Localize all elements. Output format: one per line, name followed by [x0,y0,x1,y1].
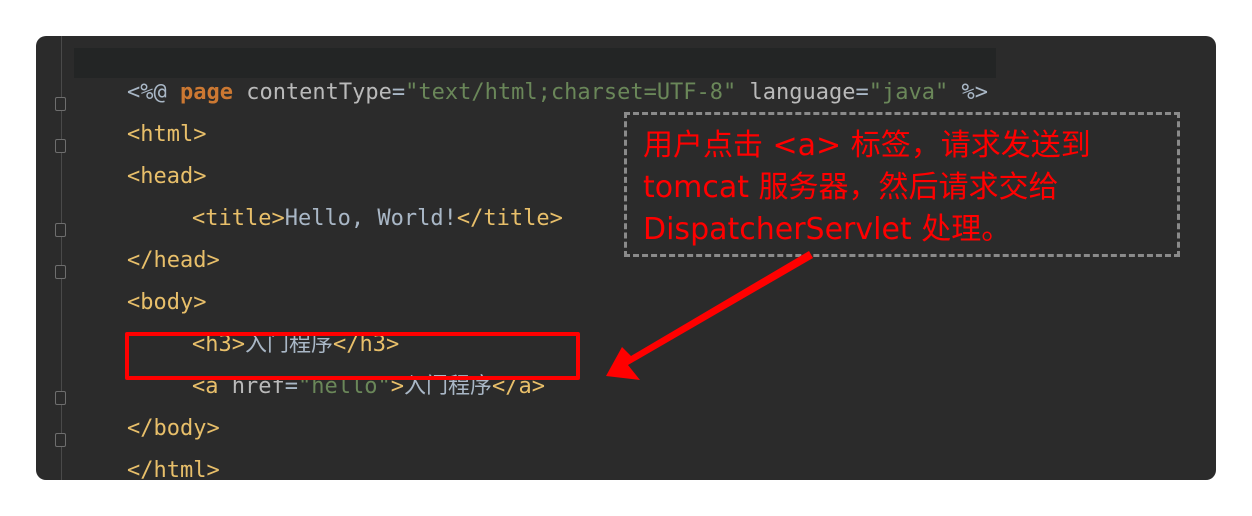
arrow-shape [606,251,813,380]
annotation-arrow [606,251,813,380]
